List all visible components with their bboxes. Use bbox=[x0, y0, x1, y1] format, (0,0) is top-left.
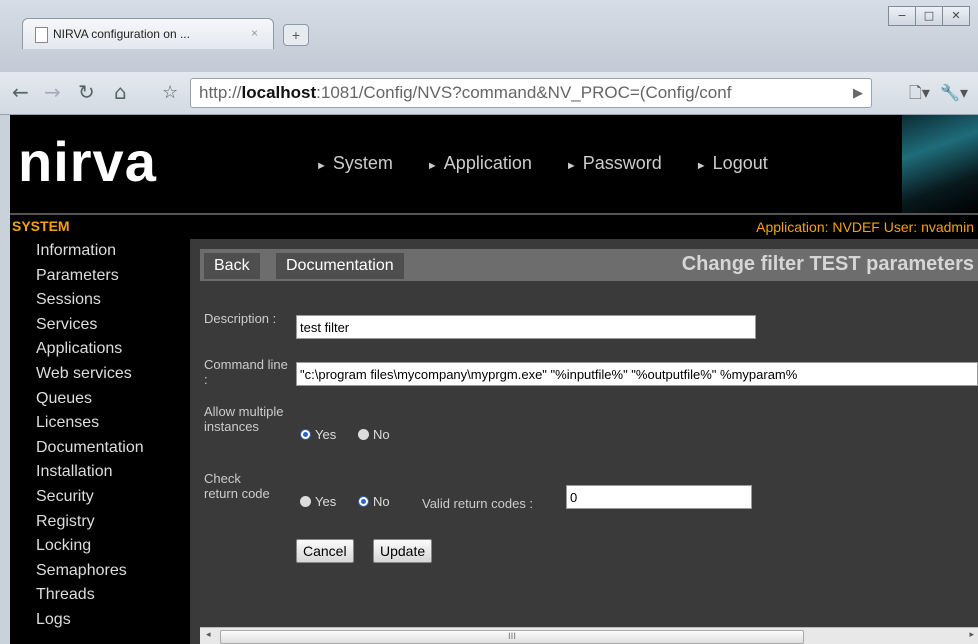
documentation-button[interactable]: Documentation bbox=[276, 253, 404, 279]
address-bar[interactable]: http://localhost:1081/Config/NVS?command… bbox=[190, 78, 872, 108]
sidebar-item-services[interactable]: Services bbox=[10, 313, 190, 338]
browser-toolbar: ← → ↻ ⌂ http://localhost:1081/Config/NVS… bbox=[0, 72, 978, 115]
url-path: :1081/Config/NVS?command&NV_PROC=(Config… bbox=[316, 83, 732, 102]
status-bar: SYSTEM Application: NVDEF User: nvadmin bbox=[10, 213, 978, 239]
horizontal-scrollbar[interactable]: ◂ III ▸ bbox=[200, 627, 978, 644]
check-return-label: Check return code bbox=[204, 471, 270, 501]
close-window-button[interactable]: ✕ bbox=[942, 6, 970, 26]
sidebar-item-installation[interactable]: Installation bbox=[10, 460, 190, 485]
back-arrow-icon[interactable]: ← bbox=[12, 80, 29, 104]
radio-icon bbox=[300, 496, 311, 507]
menu-label: System bbox=[332, 153, 393, 173]
nirva-logo: nirva bbox=[18, 130, 157, 193]
session-info: Application: NVDEF User: nvadmin bbox=[756, 219, 974, 235]
sidebar-item-registry[interactable]: Registry bbox=[10, 510, 190, 535]
url-host: localhost bbox=[241, 83, 317, 102]
page-title: Change filter TEST parameters bbox=[681, 253, 974, 275]
sidebar-item-sessions[interactable]: Sessions bbox=[10, 288, 190, 313]
menu-password[interactable]: ► Password bbox=[566, 153, 662, 174]
sidebar-item-applications[interactable]: Applications bbox=[10, 337, 190, 362]
check-yes-radio[interactable]: Yes bbox=[300, 494, 336, 509]
command-line-label: Command line : bbox=[204, 357, 288, 387]
browser-tab[interactable]: NIRVA configuration on ... × bbox=[22, 18, 274, 49]
maximize-button[interactable]: □ bbox=[915, 6, 943, 26]
reload-icon[interactable]: ↻ bbox=[78, 80, 95, 104]
update-button[interactable]: Update bbox=[373, 539, 433, 563]
sidebar-item-web-services[interactable]: Web services bbox=[10, 362, 190, 387]
sidebar-item-threads[interactable]: Threads bbox=[10, 583, 190, 608]
main-content: Back Documentation Change filter TEST pa… bbox=[200, 249, 978, 644]
radio-label: No bbox=[373, 494, 390, 509]
bookmark-star-icon[interactable]: ☆ bbox=[162, 82, 178, 103]
new-tab-button[interactable]: + bbox=[283, 24, 309, 46]
tab-title: NIRVA configuration on ... bbox=[53, 27, 190, 41]
scroll-thumb[interactable]: III bbox=[220, 630, 804, 644]
sidebar-item-queues[interactable]: Queues bbox=[10, 387, 190, 412]
content-titlebar: Back Documentation Change filter TEST pa… bbox=[200, 249, 978, 281]
menu-label: Password bbox=[582, 153, 662, 173]
home-icon[interactable]: ⌂ bbox=[114, 80, 127, 104]
sidebar-item-logs[interactable]: Logs bbox=[10, 608, 190, 633]
header-image bbox=[902, 115, 978, 213]
arrow-right-icon: ► bbox=[426, 160, 438, 172]
browser-titlebar: NIRVA configuration on ... × + − □ ✕ bbox=[0, 0, 978, 72]
sidebar-item-parameters[interactable]: Parameters bbox=[10, 264, 190, 289]
menu-logout[interactable]: ► Logout bbox=[696, 153, 768, 174]
check-no-radio[interactable]: No bbox=[358, 494, 390, 509]
site-header: nirva ► System ► Application ► Password ► Lo… bbox=[10, 115, 978, 213]
forward-arrow-icon[interactable]: → bbox=[44, 80, 61, 104]
minimize-button[interactable]: − bbox=[888, 6, 916, 26]
menu-label: Logout bbox=[712, 153, 768, 173]
sidebar-item-security[interactable]: Security bbox=[10, 485, 190, 510]
sidebar-item-information[interactable]: Information bbox=[10, 239, 190, 264]
cancel-button[interactable]: Cancel bbox=[296, 539, 354, 563]
page-menu-icon[interactable]: 🗋▾ 🔧▾ bbox=[909, 82, 968, 109]
description-label: Description : bbox=[204, 311, 277, 326]
arrow-right-icon: ► bbox=[565, 160, 577, 172]
allow-multiple-label: Allow multiple instances bbox=[204, 404, 284, 434]
sidebar-item-locking[interactable]: Locking bbox=[10, 534, 190, 559]
menu-system[interactable]: ► System bbox=[316, 153, 393, 174]
web-page: nirva ► System ► Application ► Password ► Lo… bbox=[10, 115, 978, 644]
arrow-right-icon: ► bbox=[316, 160, 327, 172]
sidebar-item-semaphores[interactable]: Semaphores bbox=[10, 559, 190, 584]
scroll-left-icon[interactable]: ◂ bbox=[206, 630, 211, 640]
multiple-no-radio[interactable]: No bbox=[358, 427, 390, 442]
back-button[interactable]: Back bbox=[204, 253, 260, 279]
section-title: SYSTEM bbox=[12, 218, 70, 234]
arrow-right-icon: ► bbox=[695, 160, 707, 172]
radio-selected-icon bbox=[300, 429, 311, 440]
multiple-yes-radio[interactable]: Yes bbox=[300, 427, 336, 442]
command-line-field[interactable]: "c:\program files\mycompany\myprgm.exe" … bbox=[296, 362, 978, 386]
scroll-right-icon[interactable]: ▸ bbox=[969, 630, 974, 640]
valid-codes-label: Valid return codes : bbox=[422, 496, 534, 511]
page-icon bbox=[35, 27, 48, 43]
sidebar-item-documentation[interactable]: Documentation bbox=[10, 436, 190, 461]
url-prefix: http:// bbox=[199, 83, 242, 102]
sidebar-item-licenses[interactable]: Licenses bbox=[10, 411, 190, 436]
radio-label: No bbox=[373, 427, 390, 442]
go-arrow-icon[interactable]: ▶ bbox=[853, 79, 863, 107]
valid-codes-field[interactable]: 0 bbox=[566, 485, 752, 509]
menu-application[interactable]: ► Application bbox=[427, 153, 532, 174]
radio-label: Yes bbox=[315, 427, 337, 442]
radio-label: Yes bbox=[315, 494, 337, 509]
top-menu: ► System ► Application ► Password ► Logout bbox=[316, 153, 768, 174]
description-field[interactable]: test filter bbox=[296, 315, 756, 339]
window-controls: − □ ✕ bbox=[888, 6, 970, 26]
menu-label: Application bbox=[443, 153, 532, 173]
radio-icon bbox=[358, 429, 369, 440]
tab-close-icon[interactable]: × bbox=[251, 26, 258, 40]
radio-selected-icon bbox=[358, 496, 369, 507]
sidebar: Information Parameters Sessions Services… bbox=[10, 239, 190, 644]
